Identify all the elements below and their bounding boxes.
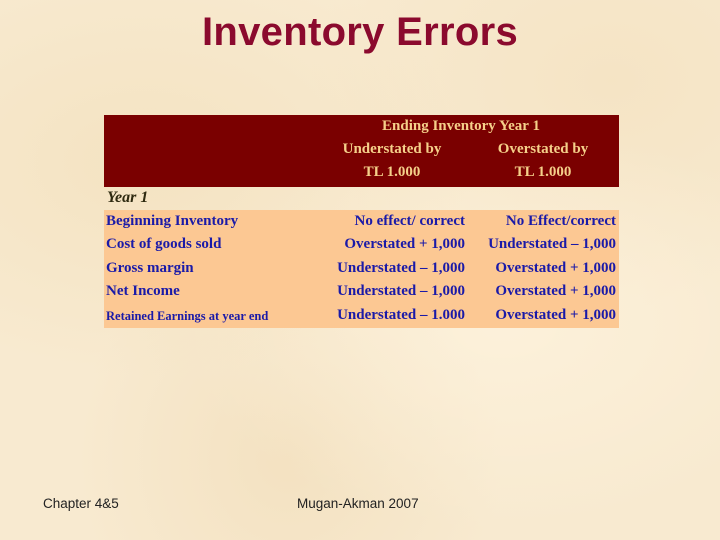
- table-row: Cost of goods sold Overstated + 1,000 Un…: [104, 233, 619, 256]
- row-label: Gross margin: [106, 260, 194, 276]
- cell-overstated: Overstated + 1,000: [495, 260, 616, 276]
- row-label: Beginning Inventory: [106, 213, 239, 229]
- table-row: Net Income Understated – 1,000 Overstate…: [104, 280, 619, 303]
- row-label: Retained Earnings at year end: [106, 309, 269, 323]
- table-row: Retained Earnings at year end Understate…: [104, 304, 619, 327]
- cell-understated: Understated – 1,000: [337, 283, 465, 299]
- cell-overstated: No Effect/correct: [505, 213, 616, 229]
- cell-overstated: Overstated + 1,000: [495, 307, 616, 323]
- header-col-overstated-amount: TL 1.000: [514, 164, 572, 180]
- header-col-overstated: Overstated by: [497, 141, 589, 157]
- footer-author: Mugan-Akman 2007: [297, 496, 419, 511]
- cell-overstated: Understated – 1,000: [488, 236, 616, 252]
- cell-understated: Overstated + 1,000: [344, 236, 465, 252]
- header-group-title: Ending Inventory Year 1: [382, 118, 540, 134]
- cell-understated: No effect/ correct: [354, 213, 465, 229]
- header-col-understated: Understated by: [342, 141, 442, 157]
- slide-title: Inventory Errors: [201, 10, 518, 54]
- row-label: Net Income: [106, 283, 180, 299]
- footer-chapter: Chapter 4&5: [43, 496, 119, 511]
- cell-overstated: Overstated + 1,000: [495, 283, 616, 299]
- table-row: Gross margin Understated – 1,000 Oversta…: [104, 257, 619, 280]
- cell-understated: Understated – 1,000: [337, 260, 465, 276]
- header-col-understated-amount: TL 1.000: [363, 164, 421, 180]
- table-row: Beginning Inventory No effect/ correct N…: [104, 210, 619, 233]
- cell-understated: Understated – 1.000: [337, 307, 465, 323]
- section-label-year: Year 1: [107, 189, 149, 206]
- row-label: Cost of goods sold: [106, 236, 222, 252]
